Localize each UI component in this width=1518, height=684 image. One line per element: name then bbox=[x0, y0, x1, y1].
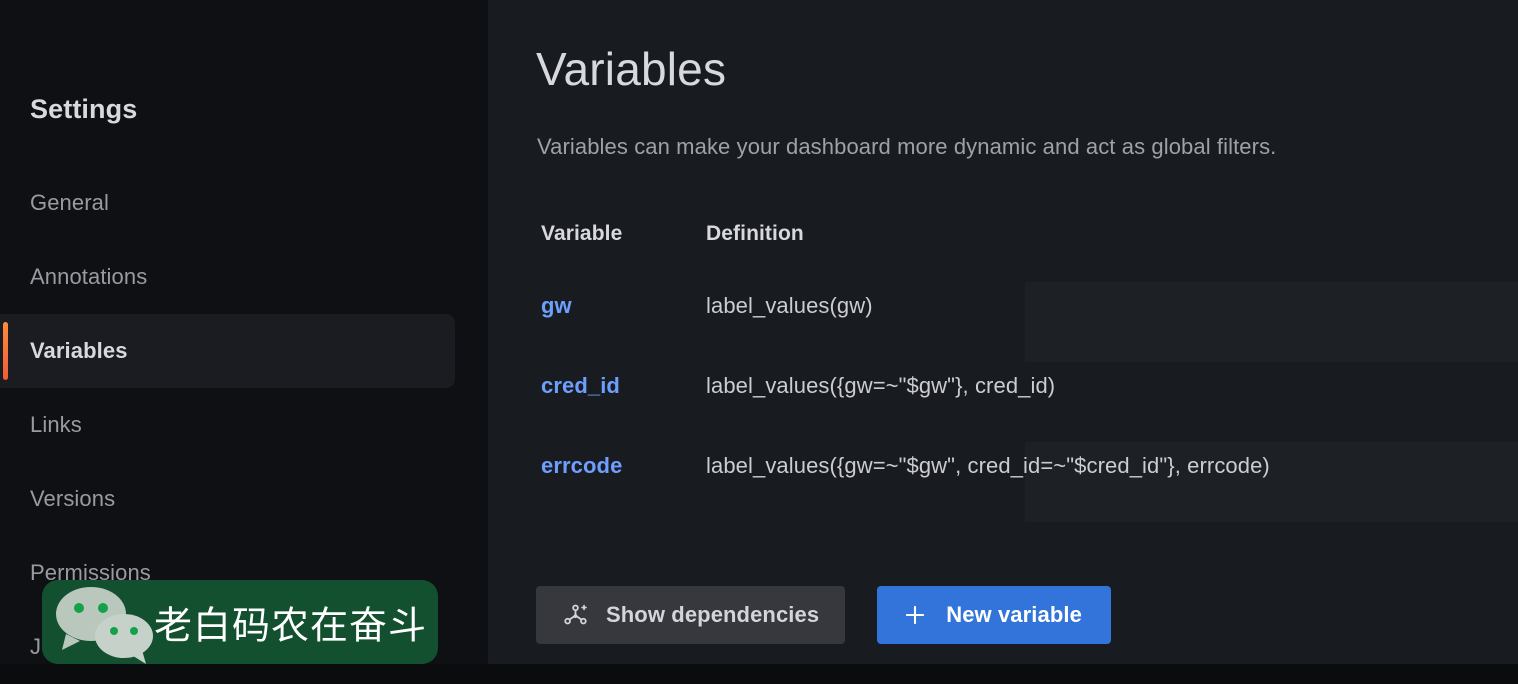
sidebar-item-label: Versions bbox=[30, 486, 116, 511]
variable-name-link[interactable]: gw bbox=[488, 293, 698, 319]
variables-action-bar: Show dependencies New variable bbox=[536, 586, 1111, 644]
new-variable-label: New variable bbox=[946, 602, 1082, 627]
watermark-text: 老白码农在奋斗 bbox=[154, 603, 428, 648]
variable-definition: label_values({gw=~"$gw"}, cred_id) bbox=[706, 373, 1056, 398]
sidebar-item-variables[interactable]: Variables bbox=[0, 314, 488, 388]
table-row[interactable]: gw label_values(gw) bbox=[488, 266, 1518, 346]
sidebar-item-versions[interactable]: Versions bbox=[0, 462, 488, 536]
show-dependencies-button[interactable]: Show dependencies bbox=[536, 586, 846, 644]
dashboard-settings-page: Settings General Annotations Variables L… bbox=[0, 0, 1518, 664]
sidebar-item-annotations[interactable]: Annotations bbox=[0, 240, 488, 314]
wechat-logo-icon bbox=[50, 586, 162, 664]
variables-panel: Variables Variables can make your dashbo… bbox=[488, 0, 1518, 664]
show-dependencies-label: Show dependencies bbox=[606, 602, 820, 627]
settings-sidebar: Settings General Annotations Variables L… bbox=[0, 0, 488, 664]
page-title: Variables bbox=[536, 43, 727, 95]
table-row[interactable]: errcode label_values({gw=~"$gw", cred_id… bbox=[488, 426, 1518, 506]
sidebar-item-general[interactable]: General bbox=[0, 166, 488, 240]
wechat-watermark-badge: 老白码农在奋斗 bbox=[42, 580, 438, 664]
variable-definition: label_values(gw) bbox=[706, 293, 873, 318]
sidebar-item-label: Variables bbox=[30, 338, 128, 363]
column-header-definition: Definition bbox=[706, 222, 804, 245]
page-description: Variables can make your dashboard more d… bbox=[537, 134, 1277, 159]
plus-icon bbox=[902, 602, 928, 628]
new-variable-button[interactable]: New variable bbox=[877, 586, 1111, 644]
sidebar-title: Settings bbox=[30, 94, 138, 124]
variable-definition: label_values({gw=~"$gw", cred_id=~"$cred… bbox=[706, 453, 1270, 478]
table-header-row: Variable Definition bbox=[488, 216, 1518, 266]
graph-nodes-icon bbox=[562, 602, 589, 629]
variable-name-link[interactable]: errcode bbox=[488, 453, 698, 479]
sidebar-item-label: Annotations bbox=[30, 264, 148, 289]
variables-table: Variable Definition gw label_values(gw) … bbox=[488, 216, 1518, 506]
table-row[interactable]: cred_id label_values({gw=~"$gw"}, cred_i… bbox=[488, 346, 1518, 426]
sidebar-item-label: Links bbox=[30, 412, 82, 437]
column-header-variable: Variable bbox=[541, 222, 623, 245]
sidebar-item-links[interactable]: Links bbox=[0, 388, 488, 462]
variable-name-link[interactable]: cred_id bbox=[488, 373, 698, 399]
sidebar-item-label: General bbox=[30, 190, 109, 215]
